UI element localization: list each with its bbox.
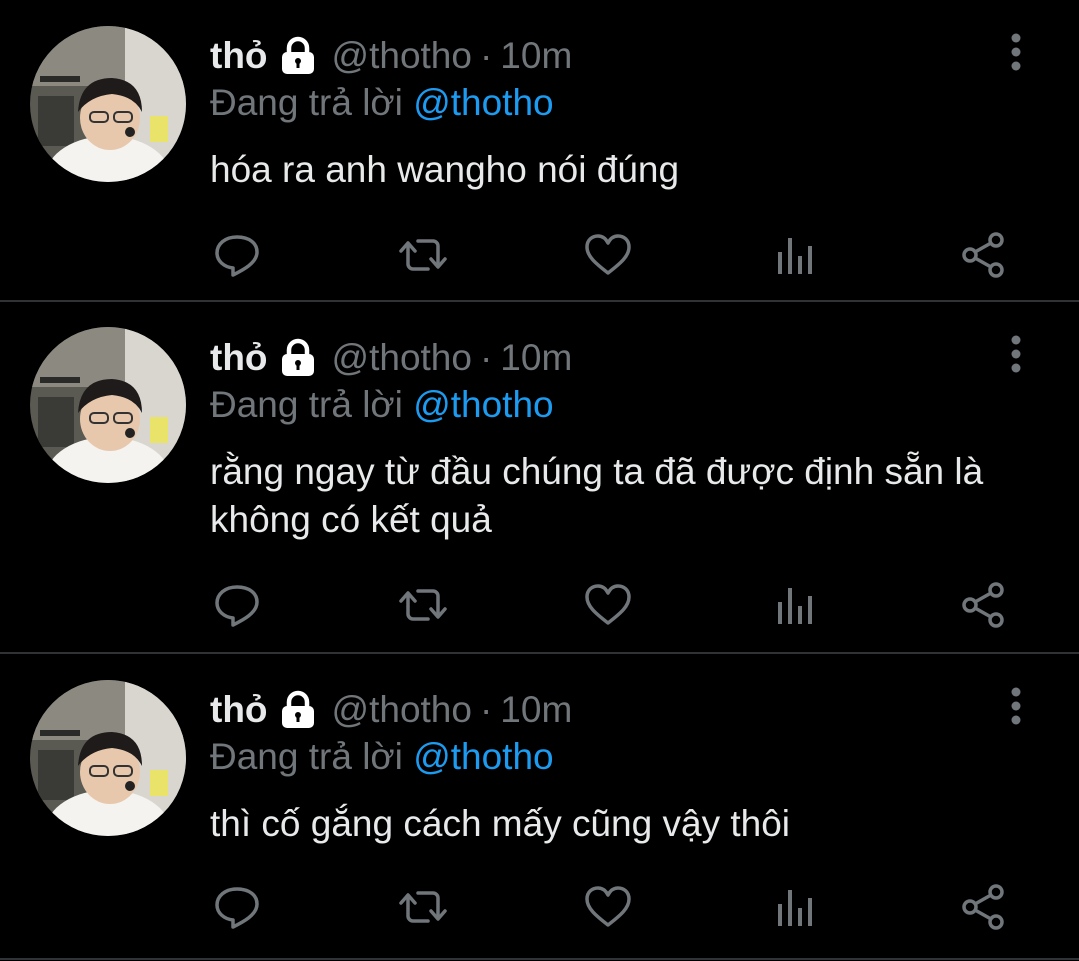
replying-to: Đang trả lời @thotho bbox=[210, 384, 554, 426]
more-vertical-icon[interactable] bbox=[1000, 32, 1032, 76]
tweet[interactable]: thỏ @thotho · 10m Đang trả lời @thotho h… bbox=[0, 0, 1079, 302]
heart-icon[interactable] bbox=[583, 230, 633, 280]
avatar[interactable] bbox=[30, 680, 186, 836]
analytics-icon[interactable] bbox=[771, 882, 821, 932]
heart-icon[interactable] bbox=[583, 580, 633, 630]
tweet-header: thỏ @thotho · 10m bbox=[210, 688, 572, 732]
lock-icon bbox=[281, 690, 314, 728]
tweet-text: thì cố gắng cách mấy cũng vậy thôi bbox=[210, 803, 791, 844]
heart-icon[interactable] bbox=[583, 882, 633, 932]
share-icon[interactable] bbox=[958, 580, 1008, 630]
avatar[interactable] bbox=[30, 26, 186, 182]
tweet[interactable]: thỏ @thotho · 10m Đang trả lời @thotho t… bbox=[0, 654, 1079, 961]
separator-dot: · bbox=[479, 337, 493, 378]
avatar[interactable] bbox=[30, 327, 186, 483]
analytics-icon[interactable] bbox=[771, 580, 821, 630]
reply-icon[interactable] bbox=[212, 230, 262, 280]
retweet-icon[interactable] bbox=[398, 230, 448, 280]
tweet-text: rằng ngay từ đầu chúng ta đã được định s… bbox=[210, 451, 984, 540]
separator-dot: · bbox=[479, 35, 493, 76]
tweet-header: thỏ @thotho · 10m bbox=[210, 336, 572, 380]
share-icon[interactable] bbox=[958, 230, 1008, 280]
timestamp[interactable]: 10m bbox=[500, 337, 572, 379]
tweet-header: thỏ @thotho · 10m bbox=[210, 34, 572, 78]
more-vertical-icon[interactable] bbox=[1000, 686, 1032, 730]
reply-icon[interactable] bbox=[212, 882, 262, 932]
timestamp[interactable]: 10m bbox=[500, 689, 572, 731]
retweet-icon[interactable] bbox=[398, 882, 448, 932]
reply-prefix: Đang trả lời bbox=[210, 736, 403, 777]
timestamp[interactable]: 10m bbox=[500, 35, 572, 77]
handle[interactable]: @thotho bbox=[332, 337, 472, 379]
replying-to: Đang trả lời @thotho bbox=[210, 736, 554, 778]
tweet-text: hóa ra anh wangho nói đúng bbox=[210, 149, 680, 190]
lock-icon bbox=[281, 36, 314, 74]
analytics-icon[interactable] bbox=[771, 230, 821, 280]
replying-to: Đang trả lời @thotho bbox=[210, 82, 554, 124]
action-bar bbox=[210, 580, 1020, 630]
reply-mention[interactable]: @thotho bbox=[413, 384, 553, 425]
lock-icon bbox=[281, 338, 314, 376]
retweet-icon[interactable] bbox=[398, 580, 448, 630]
separator-dot: · bbox=[479, 689, 493, 730]
action-bar bbox=[210, 882, 1020, 932]
divider bbox=[0, 958, 1079, 960]
display-name[interactable]: thỏ bbox=[210, 337, 268, 379]
action-bar bbox=[210, 230, 1020, 280]
handle[interactable]: @thotho bbox=[332, 689, 472, 731]
handle[interactable]: @thotho bbox=[332, 35, 472, 77]
reply-prefix: Đang trả lời bbox=[210, 384, 403, 425]
reply-prefix: Đang trả lời bbox=[210, 82, 403, 123]
display-name[interactable]: thỏ bbox=[210, 689, 268, 731]
reply-mention[interactable]: @thotho bbox=[413, 736, 553, 777]
more-vertical-icon[interactable] bbox=[1000, 334, 1032, 378]
tweet[interactable]: thỏ @thotho · 10m Đang trả lời @thotho r… bbox=[0, 302, 1079, 653]
share-icon[interactable] bbox=[958, 882, 1008, 932]
reply-mention[interactable]: @thotho bbox=[413, 82, 553, 123]
display-name[interactable]: thỏ bbox=[210, 35, 268, 77]
reply-icon[interactable] bbox=[212, 580, 262, 630]
